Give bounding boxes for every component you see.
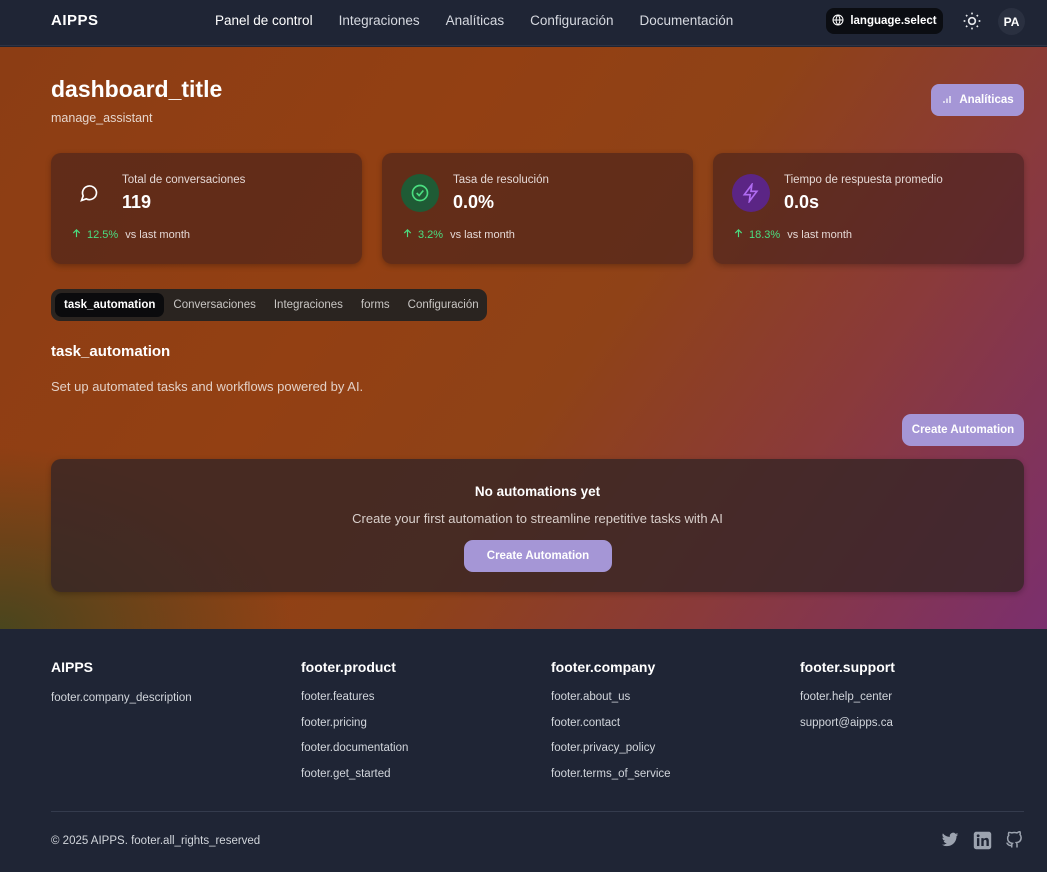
arrow-up-icon — [733, 228, 744, 242]
stat-card-conversations: Total de conversaciones 119 12.5% vs las… — [51, 153, 362, 264]
trend-text: vs last month — [125, 229, 191, 241]
sun-icon — [962, 12, 982, 35]
footer: AIPPS footer.company_description footer.… — [0, 629, 1047, 872]
section-description: Set up automated tasks and workflows pow… — [51, 379, 364, 394]
footer-copyright: © 2025 AIPPS. footer.all_rights_reserved — [51, 835, 261, 847]
footer-link-pricing[interactable]: footer.pricing — [301, 717, 408, 743]
trend-percent: 12.5% — [87, 229, 119, 241]
stat-label: Tiempo de respuesta promedio — [784, 174, 943, 186]
globe-icon — [832, 14, 844, 29]
footer-divider — [51, 811, 1024, 812]
footer-link-privacy-policy[interactable]: footer.privacy_policy — [551, 742, 671, 768]
trend-text: vs last month — [450, 229, 515, 241]
footer-company-column: footer.company footer.about_us footer.co… — [551, 659, 671, 793]
chat-bubble-icon — [70, 174, 108, 212]
page-title: dashboard_title — [51, 76, 223, 102]
empty-state-card: No automations yet Create your first aut… — [51, 459, 1024, 592]
linkedin-icon[interactable] — [973, 831, 993, 851]
footer-link-terms-of-service[interactable]: footer.terms_of_service — [551, 768, 671, 794]
footer-support-heading: footer.support — [800, 659, 895, 675]
tab-conversations[interactable]: Conversaciones — [164, 293, 264, 317]
empty-state-description: Create your first automation to streamli… — [352, 511, 723, 526]
trend-percent: 3.2% — [418, 229, 444, 241]
nav-link-documentation[interactable]: Documentación — [639, 13, 733, 28]
language-select-label: language.select — [850, 15, 937, 27]
footer-company-description: footer.company_description — [51, 692, 192, 704]
stat-card-resolution: Tasa de resolución 0.0% 3.2% vs last mon… — [382, 153, 693, 264]
footer-product-heading: footer.product — [301, 659, 396, 675]
dashboard-tabs: task_automation Conversaciones Integraci… — [51, 289, 487, 321]
footer-link-support-email[interactable]: support@aipps.ca — [800, 717, 895, 743]
footer-link-contact[interactable]: footer.contact — [551, 717, 671, 743]
trend-text: vs last month — [787, 229, 853, 241]
top-navbar: AIPPS Panel de control Integraciones Ana… — [0, 0, 1047, 46]
nav-link-settings[interactable]: Configuración — [530, 13, 613, 28]
stat-trend: 3.2% vs last month — [402, 228, 515, 242]
footer-link-help-center[interactable]: footer.help_center — [800, 691, 895, 717]
stat-card-response-time: Tiempo de respuesta promedio 0.0s 18.3% … — [713, 153, 1024, 264]
stat-value: 119 — [122, 192, 152, 212]
lightning-icon — [732, 174, 770, 212]
tab-task-automation[interactable]: task_automation — [55, 293, 165, 317]
footer-link-about-us[interactable]: footer.about_us — [551, 691, 671, 717]
tab-integrations[interactable]: Integraciones — [265, 293, 352, 317]
analytics-button-label: Analíticas — [959, 94, 1014, 106]
tab-settings[interactable]: Configuración — [399, 293, 488, 317]
empty-state-title: No automations yet — [474, 484, 601, 499]
arrow-up-icon — [71, 228, 82, 242]
nav-link-analytics[interactable]: Analíticas — [446, 13, 505, 28]
footer-link-documentation[interactable]: footer.documentation — [301, 742, 408, 768]
bar-chart-icon — [941, 93, 953, 108]
create-automation-button[interactable]: Create Automation — [902, 414, 1024, 446]
footer-link-features[interactable]: footer.features — [301, 691, 408, 717]
user-avatar[interactable]: PA — [998, 8, 1025, 35]
theme-toggle-button[interactable] — [962, 11, 982, 31]
analytics-button[interactable]: Analíticas — [931, 84, 1024, 116]
stat-trend: 18.3% vs last month — [733, 228, 852, 242]
stat-trend: 12.5% vs last month — [71, 228, 190, 242]
dashboard-main: dashboard_title manage_assistant Analíti… — [0, 47, 1047, 629]
stat-value: 0.0% — [453, 192, 495, 212]
stat-value: 0.0s — [784, 192, 820, 212]
language-select-button[interactable]: language.select — [826, 8, 943, 34]
footer-brand-column: AIPPS footer.company_description — [51, 659, 192, 704]
twitter-icon[interactable] — [941, 831, 961, 851]
trend-percent: 18.3% — [749, 229, 781, 241]
main-nav: Panel de control Integraciones Analítica… — [215, 13, 759, 28]
footer-link-get-started[interactable]: footer.get_started — [301, 768, 408, 794]
footer-support-column: footer.support footer.help_center suppor… — [800, 659, 895, 742]
page-subtitle: manage_assistant — [51, 111, 153, 125]
footer-product-column: footer.product footer.features footer.pr… — [301, 659, 408, 793]
arrow-up-icon — [402, 228, 413, 242]
footer-logo: AIPPS — [51, 659, 94, 675]
stat-label: Tasa de resolución — [453, 174, 549, 186]
tab-forms[interactable]: forms — [352, 293, 399, 317]
check-circle-icon — [401, 174, 439, 212]
github-icon[interactable] — [1005, 830, 1025, 851]
footer-company-heading: footer.company — [551, 659, 656, 675]
app-logo[interactable]: AIPPS — [51, 12, 99, 29]
empty-state-create-button[interactable]: Create Automation — [464, 540, 612, 572]
nav-link-dashboard[interactable]: Panel de control — [215, 13, 313, 28]
nav-link-integrations[interactable]: Integraciones — [339, 13, 420, 28]
section-title: task_automation — [51, 343, 171, 360]
stat-label: Total de conversaciones — [122, 174, 246, 186]
